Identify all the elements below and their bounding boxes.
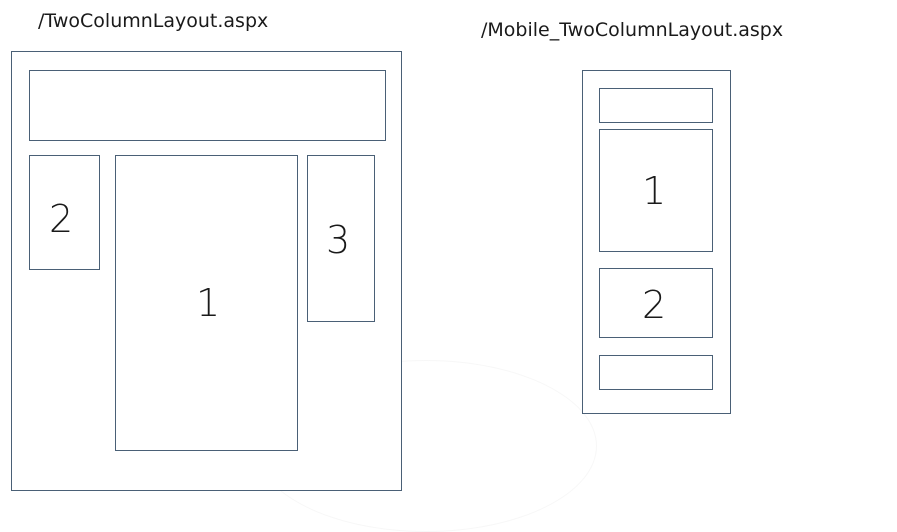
mobile-header-region <box>599 88 713 123</box>
desktop-right-column-label: 3 <box>326 218 351 262</box>
desktop-layout-title: /TwoColumnLayout.aspx <box>38 10 269 32</box>
mobile-main-region-label: 1 <box>642 169 667 213</box>
mobile-footer-region <box>599 355 713 390</box>
desktop-main-column-label: 1 <box>196 281 221 325</box>
mobile-layout-title: /Mobile_TwoColumnLayout.aspx <box>481 19 784 41</box>
mobile-secondary-region-label: 2 <box>642 283 667 327</box>
desktop-right-column-region: 3 <box>307 155 375 322</box>
desktop-left-column-label: 2 <box>49 197 74 241</box>
desktop-header-region <box>29 70 386 141</box>
desktop-left-column-region: 2 <box>29 155 100 270</box>
desktop-main-column-region: 1 <box>115 155 298 451</box>
mobile-main-region: 1 <box>599 129 713 252</box>
mobile-secondary-region: 2 <box>599 268 713 338</box>
